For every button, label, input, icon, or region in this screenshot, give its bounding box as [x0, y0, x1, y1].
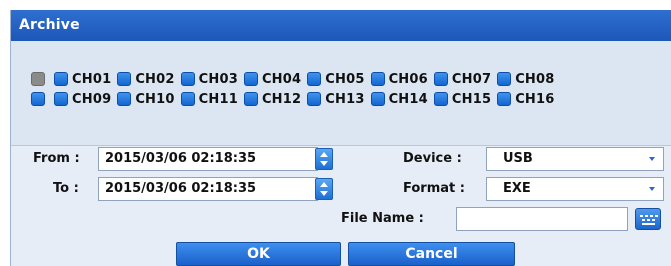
channel-label: CH03: [198, 71, 238, 87]
format-select[interactable]: EXE: [486, 177, 664, 201]
select-all-checkbox[interactable]: [31, 72, 45, 86]
channel-label: CH16: [515, 91, 555, 107]
channel-item-ch04[interactable]: CH04: [243, 71, 302, 87]
from-label: From :: [33, 151, 80, 166]
checkbox-icon[interactable]: [433, 72, 448, 86]
channel-item-ch07[interactable]: CH07: [433, 71, 492, 87]
filename-input[interactable]: [456, 207, 628, 231]
checkbox-icon[interactable]: [180, 72, 195, 86]
channel-item-ch10[interactable]: CH10: [117, 92, 174, 107]
channel-item-ch11[interactable]: CH11: [180, 91, 238, 107]
title-bar: Archive: [11, 10, 671, 41]
spin-down-icon[interactable]: [320, 191, 328, 196]
device-select[interactable]: USB: [486, 147, 664, 171]
checkbox-icon[interactable]: [307, 72, 322, 86]
checkbox-icon[interactable]: [497, 72, 512, 86]
checkbox-icon[interactable]: [180, 92, 195, 106]
channel-item-ch05[interactable]: CH05: [307, 72, 364, 87]
channel-item-ch09[interactable]: CH09: [54, 92, 111, 107]
checkbox-icon[interactable]: [433, 92, 448, 106]
dialog-title: Archive: [19, 17, 80, 33]
chevron-down-icon[interactable]: [649, 157, 655, 161]
archive-dialog: Archive CH01 CH02 CH03 CH04 CH05 CH06 CH…: [10, 10, 671, 266]
channel-label: CH09: [72, 91, 112, 107]
from-datetime-field[interactable]: 2015/03/06 02:18:35: [98, 147, 318, 171]
to-label: To :: [53, 181, 79, 196]
channel-label: CH12: [261, 91, 302, 107]
channel-label: CH08: [515, 71, 555, 87]
channel-item-ch15[interactable]: CH15: [433, 91, 492, 107]
channel-label: CH10: [135, 91, 175, 107]
device-label: Device :: [403, 151, 462, 166]
channel-item-ch06[interactable]: CH06: [370, 71, 428, 87]
to-datetime-field[interactable]: 2015/03/06 02:18:35: [98, 177, 318, 201]
checkbox-icon[interactable]: [370, 92, 385, 106]
checkbox-icon[interactable]: [370, 72, 385, 86]
spin-up-icon[interactable]: [320, 182, 328, 187]
channel-label: CH04: [261, 71, 302, 87]
to-spinner-icon[interactable]: [315, 178, 333, 200]
divider: [11, 145, 671, 146]
chevron-down-icon[interactable]: [649, 187, 655, 191]
channel-item-ch12[interactable]: CH12: [243, 91, 302, 107]
channel-item-ch16[interactable]: CH16: [497, 92, 554, 107]
format-value: EXE: [503, 181, 531, 196]
checkbox-icon[interactable]: [243, 72, 258, 86]
channel-label: CH15: [451, 91, 492, 107]
checkbox-icon[interactable]: [54, 72, 68, 86]
channel-item-ch03[interactable]: CH03: [180, 71, 238, 87]
cancel-button[interactable]: Cancel: [348, 242, 515, 266]
checkbox-icon[interactable]: [497, 92, 512, 106]
channel-label: CH05: [325, 71, 365, 87]
checkbox-icon[interactable]: [117, 92, 132, 106]
channel-item-ch02[interactable]: CH02: [117, 72, 174, 87]
channel-item-ch14[interactable]: CH14: [370, 91, 428, 107]
channel-label: CH01: [72, 71, 112, 87]
filename-label: File Name :: [341, 211, 424, 226]
channel-panel: CH01 CH02 CH03 CH04 CH05 CH06 CH07 CH08 …: [11, 41, 671, 145]
device-value: USB: [503, 151, 533, 166]
from-spinner-icon[interactable]: [315, 148, 333, 170]
channel-label: CH02: [135, 71, 175, 87]
channel-label: CH14: [388, 91, 428, 107]
channel-row-1: CH01 CH02 CH03 CH04 CH05 CH06 CH07 CH08: [31, 69, 561, 89]
channel-item-ch01[interactable]: CH01: [54, 72, 111, 87]
spin-up-icon[interactable]: [320, 152, 328, 157]
format-label: Format :: [403, 181, 465, 196]
channel-row-2: CH09 CH10 CH11 CH12 CH13 CH14 CH15 CH16: [31, 89, 561, 109]
channel-label: CH06: [388, 71, 428, 87]
spin-down-icon[interactable]: [320, 161, 328, 166]
row2-select-checkbox[interactable]: [31, 92, 45, 106]
keyboard-icon[interactable]: [635, 208, 661, 230]
checkbox-icon[interactable]: [117, 72, 132, 86]
checkbox-icon[interactable]: [54, 92, 68, 106]
channel-item-ch13[interactable]: CH13: [307, 92, 364, 107]
channel-label: CH11: [198, 91, 238, 107]
checkbox-icon[interactable]: [243, 92, 258, 106]
channel-label: CH13: [325, 91, 365, 107]
checkbox-icon[interactable]: [307, 92, 322, 106]
channel-item-ch08[interactable]: CH08: [497, 72, 554, 87]
ok-button[interactable]: OK: [176, 242, 341, 266]
channel-label: CH07: [451, 71, 492, 87]
